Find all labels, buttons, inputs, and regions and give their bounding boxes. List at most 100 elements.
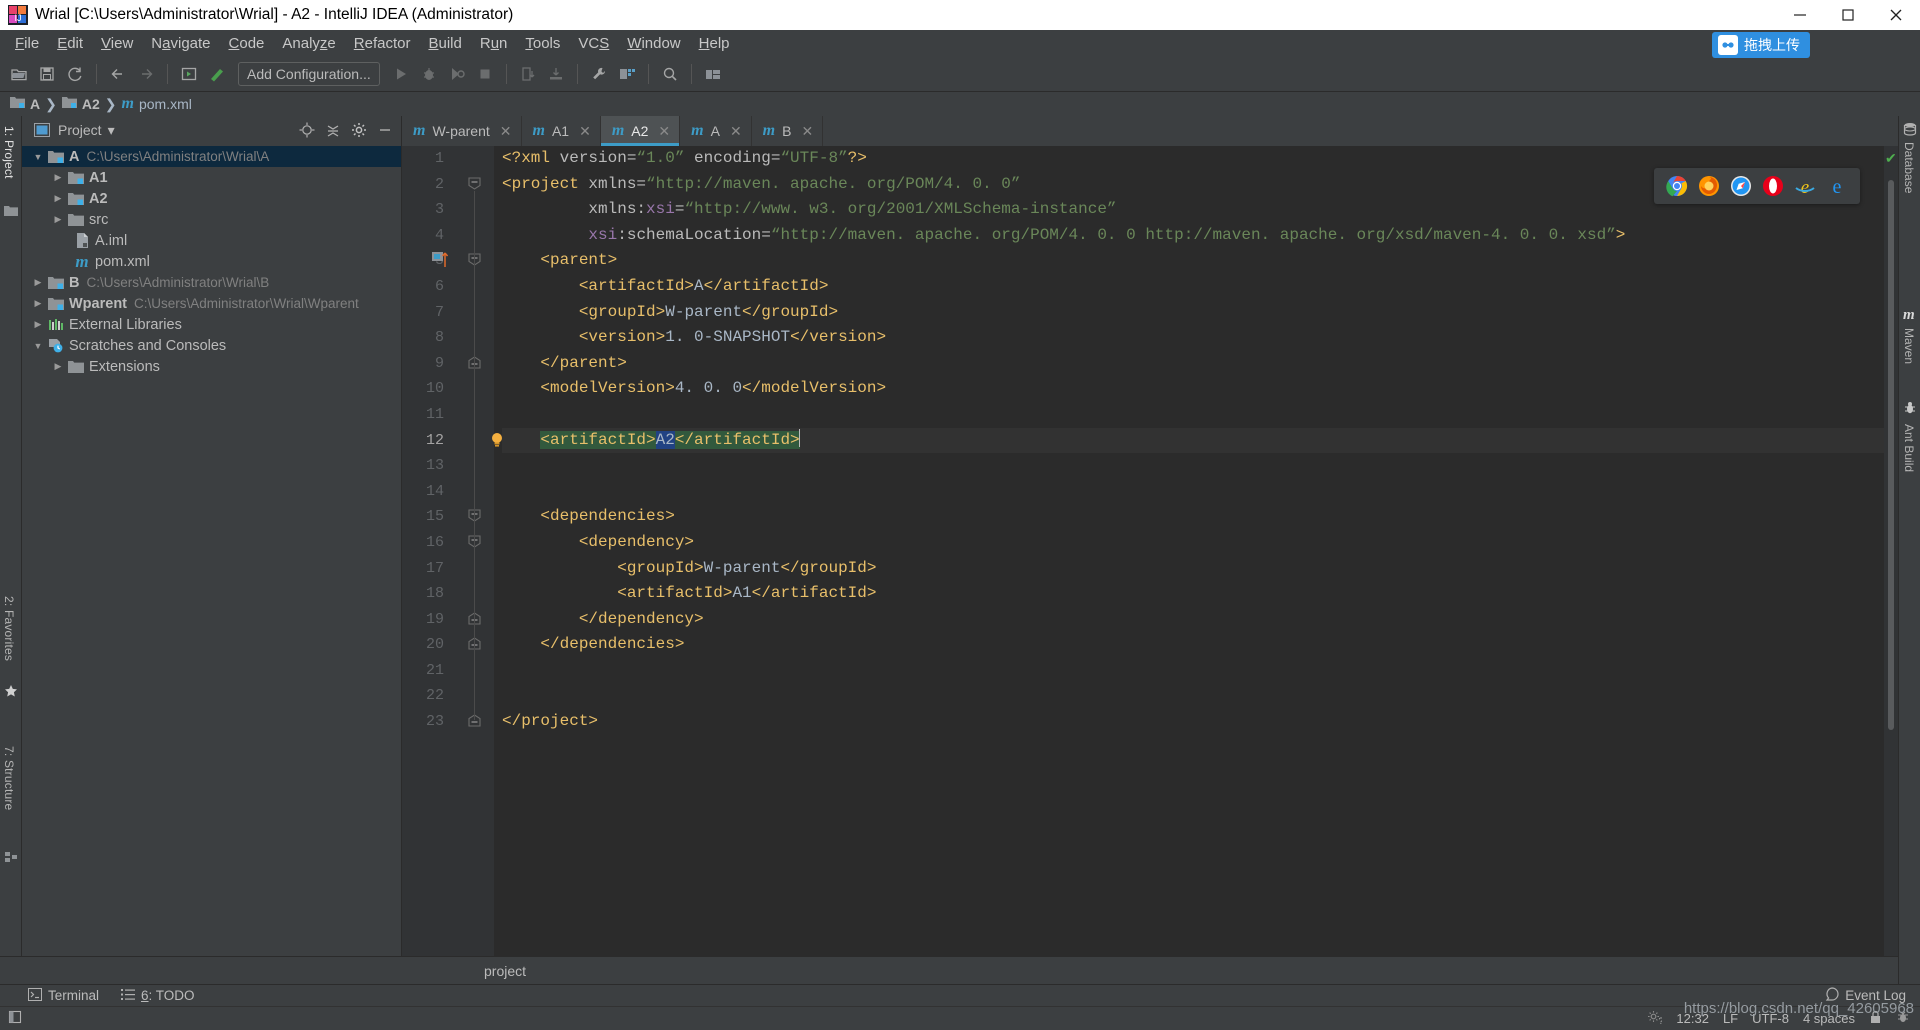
chevron-right-icon[interactable]: ▶ <box>50 193 66 204</box>
safari-icon[interactable] <box>1730 175 1752 197</box>
chevron-right-icon[interactable]: ▶ <box>50 361 66 372</box>
gutter-line-21[interactable]: 21 <box>402 658 494 684</box>
gutter-line-23[interactable]: 23 <box>402 709 494 735</box>
code-line-23[interactable]: </project> <box>502 709 1884 735</box>
collapse-all-icon[interactable] <box>323 120 343 140</box>
tree-row-a1[interactable]: ▶ A1 <box>22 167 401 188</box>
chevron-right-icon[interactable]: ▶ <box>50 172 66 183</box>
code-editor[interactable]: 1234567891011121314151617181920212223 <?… <box>402 146 1898 956</box>
menu-analyze[interactable]: Analyze <box>273 33 344 54</box>
code-line-9[interactable]: </parent> <box>502 351 1884 377</box>
chevron-right-icon[interactable]: ▶ <box>50 214 66 225</box>
tree-row-a2[interactable]: ▶ A2 <box>22 188 401 209</box>
search-icon[interactable] <box>657 61 683 87</box>
locate-target-icon[interactable] <box>297 120 317 140</box>
close-icon[interactable]: ✕ <box>801 123 813 140</box>
gutter-line-2[interactable]: 2 <box>402 172 494 198</box>
chevron-right-icon[interactable]: ▶ <box>30 298 46 309</box>
gutter-line-20[interactable]: 20 <box>402 632 494 658</box>
code-line-12[interactable]: <artifactId>A2</artifactId> <box>502 427 1884 454</box>
sidebar-item-favorites[interactable]: 2: Favorites <box>2 596 16 661</box>
fold-collapse-icon[interactable] <box>468 253 482 268</box>
tab-b[interactable]: m B ✕ <box>752 116 824 146</box>
menu-code[interactable]: Code <box>220 33 274 54</box>
run-config-icon[interactable] <box>176 61 202 87</box>
gutter-line-10[interactable]: 10 <box>402 376 494 402</box>
tab-a2[interactable]: m A2 ✕ <box>600 116 681 146</box>
editor-bottom-breadcrumb-label[interactable]: project <box>484 963 526 979</box>
fold-collapse-icon[interactable] <box>468 535 482 550</box>
code-line-20[interactable]: </dependencies> <box>502 632 1884 658</box>
code-line-8[interactable]: <version>1. 0-SNAPSHOT</version> <box>502 325 1884 351</box>
close-button[interactable] <box>1872 0 1920 30</box>
editor-gutter[interactable]: 1234567891011121314151617181920212223 <box>402 146 502 956</box>
gutter-line-19[interactable]: 19 <box>402 607 494 633</box>
menu-refactor[interactable]: Refactor <box>345 33 420 54</box>
gutter-line-5[interactable]: 5 <box>402 248 494 274</box>
gutter-line-13[interactable]: 13 <box>402 453 494 479</box>
close-icon[interactable]: ✕ <box>500 123 512 140</box>
code-line-17[interactable]: <groupId>W-parent</groupId> <box>502 556 1884 582</box>
gutter-line-18[interactable]: 18 <box>402 581 494 607</box>
commit-icon[interactable] <box>543 61 569 87</box>
gutter-line-1[interactable]: 1 <box>402 146 494 172</box>
close-icon[interactable]: ✕ <box>658 123 670 140</box>
opera-icon[interactable] <box>1762 175 1784 197</box>
hide-panel-icon[interactable] <box>375 120 395 140</box>
gutter-line-8[interactable]: 8 <box>402 325 494 351</box>
chevron-down-icon[interactable]: ▼ <box>30 152 46 162</box>
fold-collapse-icon[interactable] <box>468 509 482 524</box>
layout-icon[interactable] <box>700 61 726 87</box>
build-icon[interactable] <box>204 61 230 87</box>
help-gear-icon[interactable]: ? <box>1647 1010 1664 1028</box>
chevron-right-icon[interactable]: ▶ <box>30 319 46 330</box>
firefox-icon[interactable] <box>1698 175 1720 197</box>
gutter-line-14[interactable]: 14 <box>402 479 494 505</box>
tool-terminal[interactable]: Terminal <box>28 987 99 1004</box>
add-configuration-button[interactable]: Add Configuration... <box>238 61 380 86</box>
menu-vcs[interactable]: VCS <box>569 33 618 54</box>
forward-arrow-icon[interactable] <box>133 61 159 87</box>
tab-a[interactable]: m A ✕ <box>680 116 752 146</box>
gutter-line-16[interactable]: 16 <box>402 530 494 556</box>
menu-help[interactable]: Help <box>690 33 739 54</box>
gutter-line-22[interactable]: 22 <box>402 683 494 709</box>
open-folder-icon[interactable] <box>6 61 32 87</box>
sidebar-item-structure[interactable]: 7: Structure <box>2 746 16 810</box>
code-line-11[interactable] <box>502 402 1884 428</box>
chrome-icon[interactable] <box>1666 175 1688 197</box>
editor-marker-strip[interactable]: ✔ <box>1884 146 1898 956</box>
minimize-button[interactable] <box>1776 0 1824 30</box>
fold-end-icon[interactable] <box>468 714 482 729</box>
menu-view[interactable]: View <box>92 33 142 54</box>
tree-row-pomxml[interactable]: m pom.xml <box>22 251 401 272</box>
code-line-13[interactable] <box>502 453 1884 479</box>
code-line-21[interactable] <box>502 658 1884 684</box>
gutter-line-4[interactable]: 4 <box>402 223 494 249</box>
gutter-line-6[interactable]: 6 <box>402 274 494 300</box>
tree-row-aiml[interactable]: A.iml <box>22 230 401 251</box>
code-line-15[interactable]: <dependencies> <box>502 504 1884 530</box>
gutter-line-17[interactable]: 17 <box>402 556 494 582</box>
fold-collapse-icon[interactable] <box>468 177 482 192</box>
upload-badge[interactable]: 拖拽上传 <box>1712 32 1810 58</box>
menu-tools[interactable]: Tools <box>516 33 569 54</box>
code-line-10[interactable]: <modelVersion>4. 0. 0</modelVersion> <box>502 376 1884 402</box>
code-line-14[interactable] <box>502 479 1884 505</box>
edge-icon[interactable]: e <box>1826 175 1848 198</box>
breadcrumb-item-a[interactable]: A <box>10 96 40 112</box>
gutter-line-9[interactable]: 9 <box>402 351 494 377</box>
tree-row-external-libraries[interactable]: ▶ External Libraries <box>22 314 401 335</box>
tab-a1[interactable]: m A1 ✕ <box>522 116 601 146</box>
internet-explorer-icon[interactable]: e <box>1794 175 1816 198</box>
gutter-line-7[interactable]: 7 <box>402 300 494 326</box>
menu-file[interactable]: File <box>6 33 48 54</box>
gutter-line-15[interactable]: 15 <box>402 504 494 530</box>
tree-row-a[interactable]: ▼ A C:\Users\Administrator\Wrial\A <box>22 146 401 167</box>
code-line-22[interactable] <box>502 683 1884 709</box>
tree-row-b[interactable]: ▶ B C:\Users\Administrator\Wrial\B <box>22 272 401 293</box>
menu-build[interactable]: Build <box>419 33 470 54</box>
close-icon[interactable]: ✕ <box>579 123 591 140</box>
code-line-18[interactable]: <artifactId>A1</artifactId> <box>502 581 1884 607</box>
gutter-line-3[interactable]: 3 <box>402 197 494 223</box>
